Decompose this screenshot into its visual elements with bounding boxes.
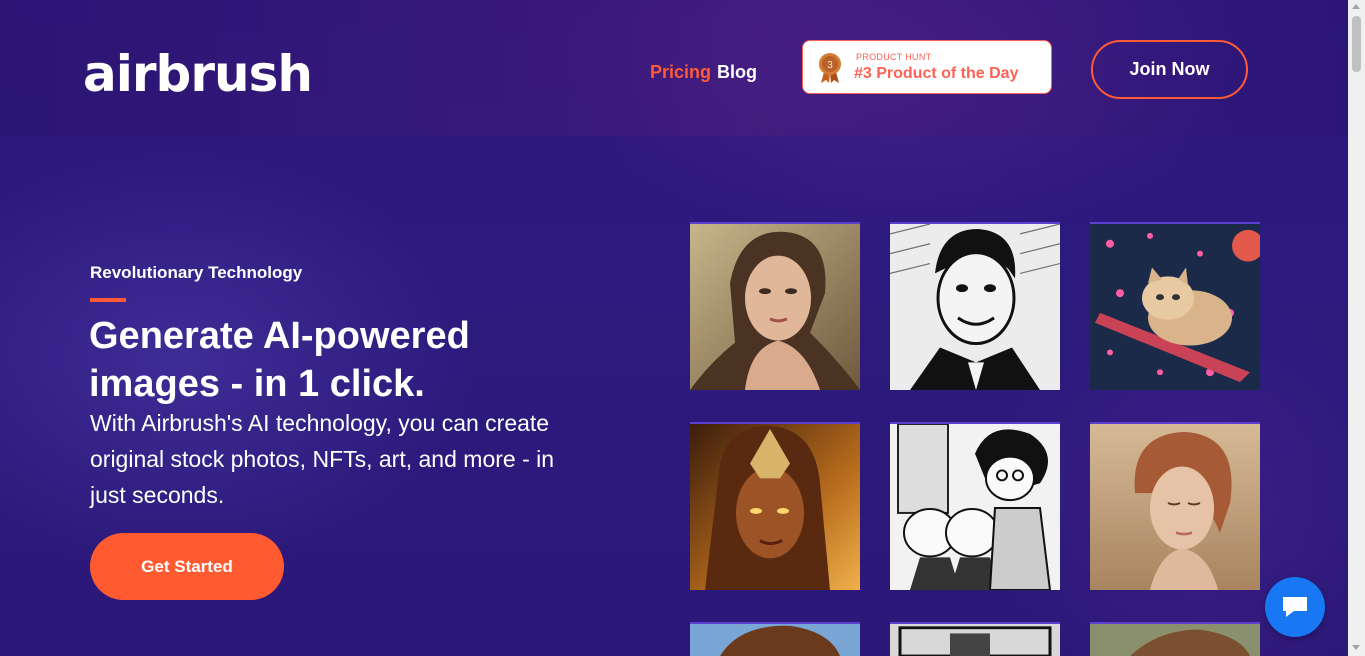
bottom-thumb-2[interactable] xyxy=(890,622,1060,656)
get-started-button[interactable]: Get Started xyxy=(90,533,284,600)
bottom-thumb-3[interactable] xyxy=(1090,622,1260,656)
eyebrow-divider xyxy=(90,298,126,302)
join-now-button[interactable]: Join Now xyxy=(1091,40,1248,99)
soft-portrait-thumb[interactable] xyxy=(1090,422,1260,590)
product-hunt-label: PRODUCT HUNT xyxy=(856,52,932,62)
portrait-woman-thumb[interactable] xyxy=(690,222,860,390)
nav-pricing-link[interactable]: Pricing xyxy=(650,62,711,83)
svg-text:3: 3 xyxy=(827,60,833,71)
manga-kids-thumb[interactable] xyxy=(890,422,1060,590)
hero-subtext: With Airbrush's AI technology, you can c… xyxy=(90,410,555,508)
page-scrollbar[interactable] xyxy=(1348,0,1365,656)
hero-eyebrow: Revolutionary Technology xyxy=(90,263,303,282)
medal-icon: 3 xyxy=(819,53,841,83)
product-hunt-badge[interactable]: 3 PRODUCT HUNT #3 Product of the Day xyxy=(802,40,1052,94)
ink-man-thumb[interactable] xyxy=(890,222,1060,390)
warrior-woman-thumb[interactable] xyxy=(690,422,860,590)
space-cat-thumb[interactable] xyxy=(1090,222,1260,390)
bottom-thumb-1[interactable] xyxy=(690,622,860,656)
scroll-thumb[interactable] xyxy=(1352,16,1361,72)
scroll-down-arrow-icon[interactable] xyxy=(1352,645,1360,650)
scroll-up-arrow-icon[interactable] xyxy=(1352,4,1360,9)
chat-bubble-icon xyxy=(1283,597,1307,617)
hero-headline: Generate AI-powered images - in 1 click. xyxy=(89,315,470,405)
airbrush-logo[interactable]: airbrush xyxy=(83,45,313,103)
nav-blog-link[interactable]: Blog xyxy=(717,62,757,83)
chat-button[interactable] xyxy=(1265,577,1325,637)
product-hunt-title: #3 Product of the Day xyxy=(854,65,1019,82)
